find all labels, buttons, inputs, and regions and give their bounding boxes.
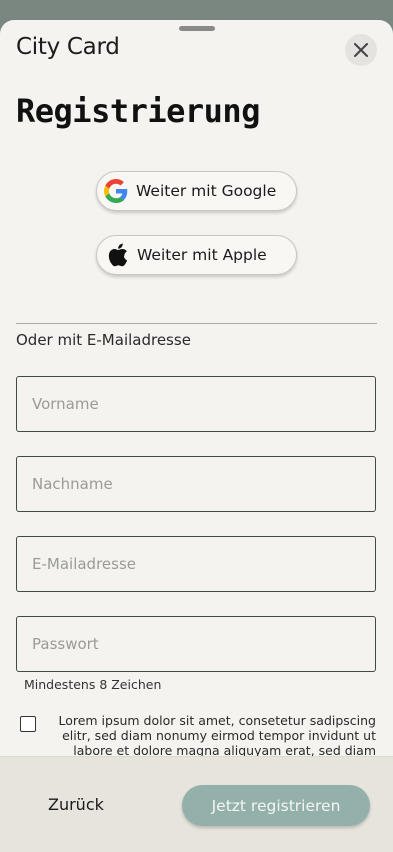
back-button[interactable]: Zurück: [48, 795, 104, 814]
apple-signin-label: Weiter mit Apple: [137, 246, 267, 264]
close-icon: [354, 43, 368, 57]
page-title: Registrierung: [16, 92, 260, 130]
google-signin-button[interactable]: Weiter mit Google: [96, 171, 297, 211]
register-button[interactable]: Jetzt registrieren: [182, 785, 370, 826]
password-hint: Mindestens 8 Zeichen: [24, 677, 162, 692]
google-signin-label: Weiter mit Google: [136, 182, 277, 200]
last-name-field[interactable]: [16, 456, 376, 512]
bottom-sheet: City Card Registrierung Weiter mit Googl…: [0, 20, 393, 852]
divider: [16, 323, 377, 324]
close-button[interactable]: [345, 34, 377, 66]
email-field[interactable]: [16, 536, 376, 592]
google-logo-icon: [104, 179, 128, 203]
apple-logo-icon: [108, 243, 128, 267]
sheet-grabber[interactable]: [179, 26, 215, 31]
terms-text: Lorem ipsum dolor sit amet, consetetur s…: [58, 713, 376, 758]
footer-bar: Zurück Jetzt registrieren: [0, 756, 393, 852]
email-option-label: Oder mit E-Mailadresse: [16, 331, 191, 349]
sheet-title: City Card: [16, 34, 120, 60]
password-field[interactable]: [16, 616, 376, 672]
first-name-field[interactable]: [16, 376, 376, 432]
apple-signin-button[interactable]: Weiter mit Apple: [96, 235, 297, 275]
terms-checkbox[interactable]: [20, 716, 36, 732]
